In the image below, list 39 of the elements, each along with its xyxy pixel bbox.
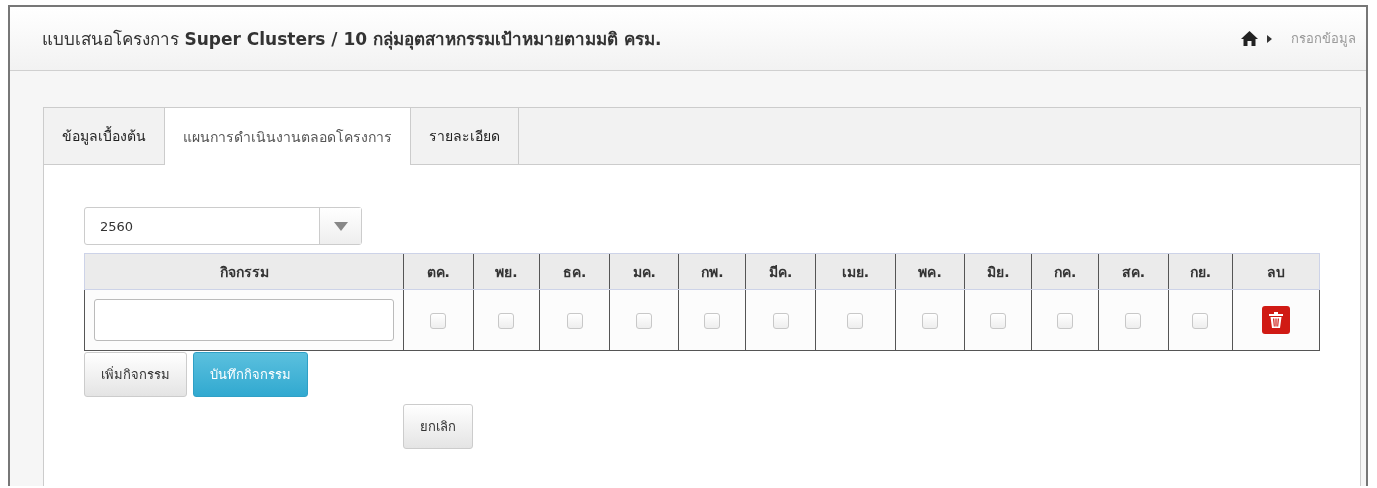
month-checkbox[interactable] xyxy=(566,313,583,329)
year-select[interactable]: 2560 xyxy=(84,207,362,245)
column-header: กิจกรรม xyxy=(84,253,404,290)
column-header: สค. xyxy=(1098,253,1169,290)
chevron-right-icon xyxy=(1267,34,1272,43)
cancel-button[interactable]: ยกเลิก xyxy=(403,404,473,449)
column-header: พย. xyxy=(473,253,540,290)
column-header: มีค. xyxy=(745,253,816,290)
trash-icon xyxy=(1269,312,1283,328)
column-header: ลบ xyxy=(1232,253,1320,290)
month-checkbox[interactable] xyxy=(636,313,653,329)
tab[interactable]: แผนการดำเนินงานตลอดโครงการ xyxy=(165,108,411,165)
month-checkbox[interactable] xyxy=(990,313,1007,329)
delete-button[interactable] xyxy=(1262,306,1290,334)
column-header: มค. xyxy=(609,253,679,290)
column-header: ตค. xyxy=(403,253,473,290)
dropdown-arrow-icon xyxy=(333,221,348,231)
month-checkbox[interactable] xyxy=(772,313,789,329)
home-icon[interactable] xyxy=(1241,31,1258,46)
activity-input[interactable] xyxy=(94,299,394,341)
month-checkbox[interactable] xyxy=(498,313,515,329)
month-checkbox[interactable] xyxy=(847,313,864,329)
column-header: พค. xyxy=(895,253,965,290)
column-header: มิย. xyxy=(964,253,1032,290)
month-checkbox[interactable] xyxy=(922,313,939,329)
column-header: เมย. xyxy=(815,253,896,290)
month-checkbox[interactable] xyxy=(1125,313,1142,329)
breadcrumb-item: กรอกข้อมูล xyxy=(1291,30,1356,49)
add-activity-button[interactable]: เพิ่มกิจกรรม xyxy=(84,352,187,397)
month-checkbox[interactable] xyxy=(704,313,721,329)
tab[interactable]: รายละเอียด xyxy=(411,108,519,164)
column-header: กย. xyxy=(1168,253,1233,290)
month-checkbox[interactable] xyxy=(430,313,447,329)
column-header: กค. xyxy=(1031,253,1099,290)
column-header: ธค. xyxy=(539,253,610,290)
month-checkbox[interactable] xyxy=(1192,313,1209,329)
month-checkbox[interactable] xyxy=(1057,313,1074,329)
page-title: แบบเสนอโครงการ Super Clusters / 10 กลุ่มอุตสาหกรรมเป้าหมายตามมติ ครม. xyxy=(42,28,662,52)
column-header: กพ. xyxy=(678,253,746,290)
